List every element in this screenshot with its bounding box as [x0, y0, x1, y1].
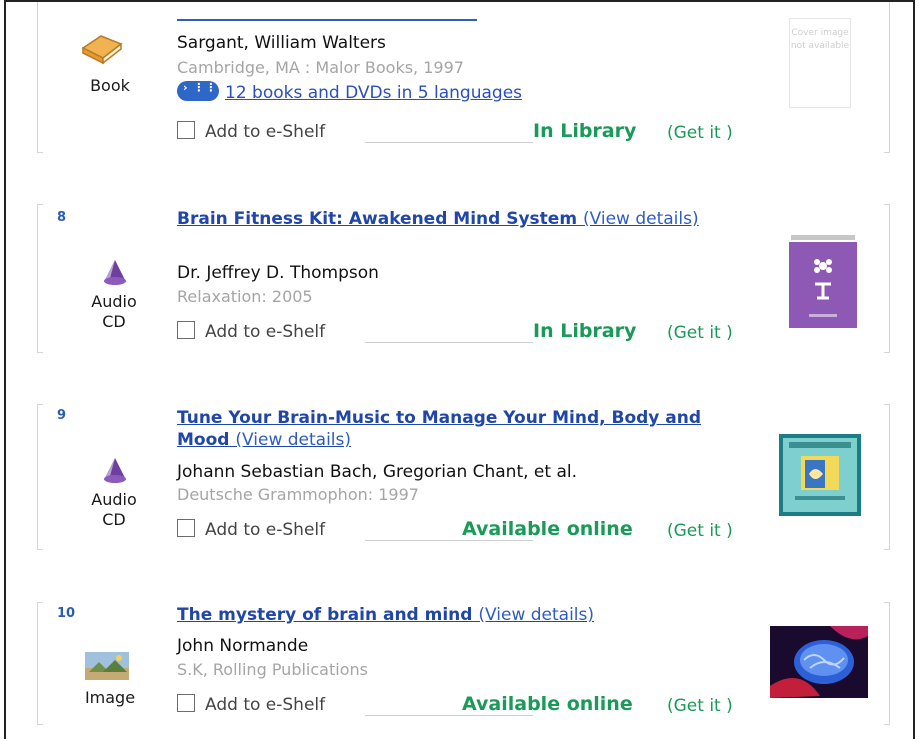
result-record: Book Sargant, William Walters Cambridge,…: [37, 2, 890, 162]
record-number: 10: [57, 606, 76, 621]
record-corner: [37, 352, 43, 353]
record-border-left: [37, 404, 38, 549]
record-author: Dr. Jeffrey D. Thompson: [177, 263, 379, 283]
record-title[interactable]: The mystery of brain and mind: [177, 605, 472, 625]
divider: [365, 142, 533, 143]
record-border-left: [37, 2, 38, 152]
record-corner: [37, 152, 43, 153]
result-record: 8 Brain Fitness Kit: Awakened Mind Syste…: [37, 204, 890, 364]
get-it-text[interactable]: (Get it ): [667, 323, 733, 343]
record-corner: [37, 549, 43, 550]
view-details-link[interactable]: (View details): [478, 605, 594, 625]
get-it-link[interactable]: (Get it ): [667, 521, 733, 541]
add-to-eshelf[interactable]: Add to e-Shelf: [177, 121, 325, 142]
eshelf-label: Add to e-Shelf: [205, 122, 326, 142]
eshelf-checkbox[interactable]: [177, 121, 195, 139]
eshelf-checkbox[interactable]: [177, 519, 195, 537]
book-icon: [79, 26, 125, 70]
divider: [365, 715, 533, 716]
versions-link[interactable]: 12 books and DVDs in 5 languages: [177, 81, 522, 103]
cover-image[interactable]: [770, 626, 868, 702]
get-it-link[interactable]: (Get it ): [667, 696, 733, 716]
record-number: 9: [57, 408, 67, 423]
availability-status: In Library: [533, 120, 637, 142]
record-title[interactable]: Brain Fitness Kit: Awakened Mind System: [177, 209, 577, 229]
eshelf-checkbox[interactable]: [177, 694, 195, 712]
record-title-link[interactable]: Tune Your Brain-Music to Manage Your Min…: [177, 407, 707, 451]
record-type-label: Audio CD: [91, 490, 137, 529]
divider: [365, 342, 533, 343]
record-corner: [37, 724, 43, 725]
record-number: 8: [57, 210, 67, 225]
record-border-left: [37, 602, 38, 724]
record-title-link[interactable]: Brain Fitness Kit: Awakened Mind System …: [177, 208, 707, 230]
record-author: John Normande: [177, 636, 309, 656]
record-corner: [884, 152, 890, 153]
image-icon: [85, 652, 129, 684]
record-border-left: [37, 204, 38, 352]
eshelf-checkbox[interactable]: [177, 321, 195, 339]
record-type-label: Audio CD: [91, 292, 137, 331]
audio-cd-icon: [101, 456, 129, 488]
availability-status: Available online: [462, 693, 633, 715]
expand-versions-icon[interactable]: [177, 81, 219, 101]
record-border-right: [889, 204, 890, 352]
cover-placeholder-text: Cover image not available: [790, 28, 850, 51]
availability-status: Available online: [462, 518, 633, 540]
record-publication: S.K, Rolling Publications: [177, 660, 368, 679]
versions-link-text[interactable]: 12 books and DVDs in 5 languages: [225, 83, 522, 103]
get-it-text[interactable]: (Get it ): [667, 696, 733, 716]
result-record: 10 The mystery of brain and mind (View d…: [37, 602, 890, 741]
record-title-link[interactable]: The mystery of brain and mind (View deta…: [177, 604, 707, 626]
add-to-eshelf[interactable]: Add to e-Shelf: [177, 321, 325, 342]
result-record: 9 Tune Your Brain-Music to Manage Your M…: [37, 404, 890, 564]
record-publication: Deutsche Grammophon: 1997: [177, 485, 419, 504]
results-frame: Book Sargant, William Walters Cambridge,…: [4, 0, 915, 739]
cover-not-available: Cover image not available: [789, 18, 851, 108]
record-corner: [884, 549, 890, 550]
view-details-link[interactable]: (View details): [583, 209, 699, 229]
cover-image[interactable]: [789, 232, 857, 332]
cover-image[interactable]: [779, 434, 861, 520]
eshelf-label: Add to e-Shelf: [205, 322, 326, 342]
record-corner: [884, 352, 890, 353]
record-type-label: Image: [84, 688, 136, 707]
record-border-right: [889, 2, 890, 152]
get-it-text[interactable]: (Get it ): [667, 521, 733, 541]
record-border-right: [889, 404, 890, 549]
record-author: Sargant, William Walters: [177, 33, 386, 53]
availability-status: In Library: [533, 320, 637, 342]
record-type-label: Book: [90, 76, 130, 95]
record-author: Johann Sebastian Bach, Gregorian Chant, …: [177, 462, 577, 482]
eshelf-label: Add to e-Shelf: [205, 695, 326, 715]
record-corner: [884, 724, 890, 725]
eshelf-label: Add to e-Shelf: [205, 520, 326, 540]
record-publication: Relaxation: 2005: [177, 287, 313, 306]
get-it-text[interactable]: (Get it ): [667, 123, 733, 143]
add-to-eshelf[interactable]: Add to e-Shelf: [177, 519, 325, 540]
record-publication: Cambridge, MA : Malor Books, 1997: [177, 58, 464, 77]
record-border-right: [889, 602, 890, 724]
audio-cd-icon: [101, 258, 129, 290]
add-to-eshelf[interactable]: Add to e-Shelf: [177, 694, 325, 715]
title-underline-fragment[interactable]: [177, 19, 477, 21]
get-it-link[interactable]: (Get it ): [667, 323, 733, 343]
view-details-link[interactable]: (View details): [235, 430, 351, 450]
divider: [365, 540, 533, 541]
get-it-link[interactable]: (Get it ): [667, 123, 733, 143]
